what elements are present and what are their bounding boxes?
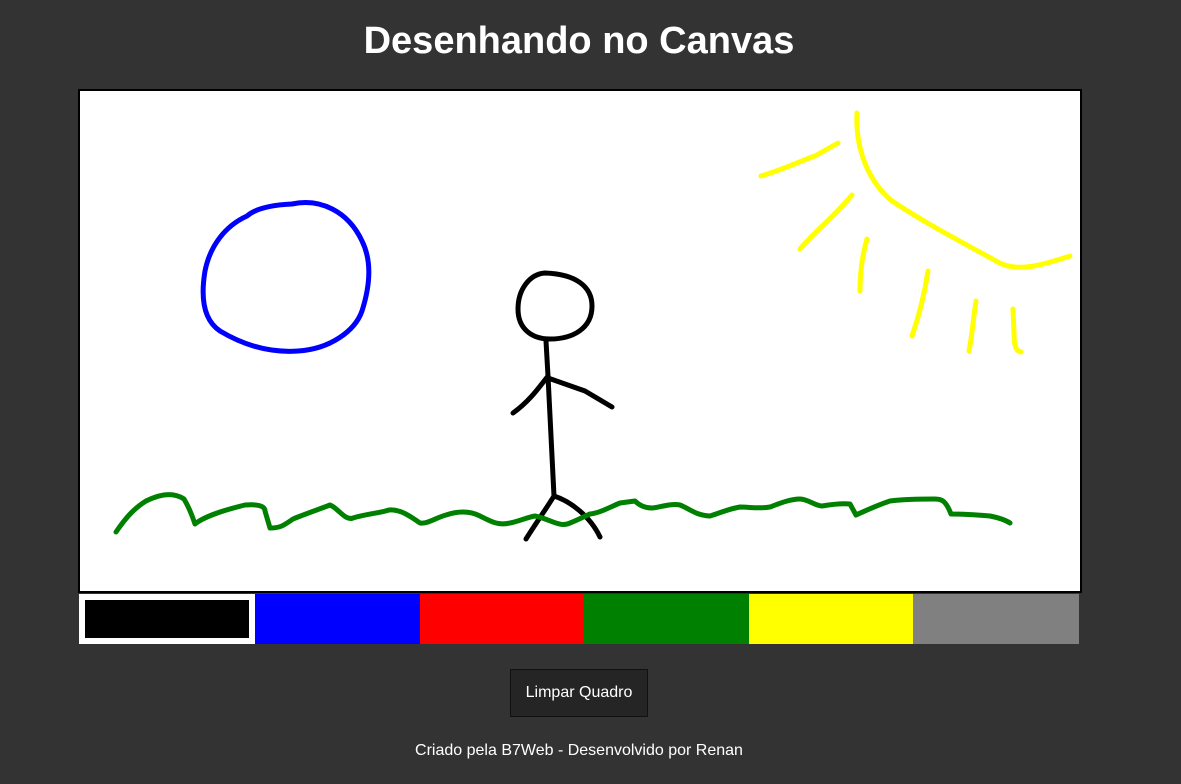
canvas-drawing (113, 110, 1073, 542)
drawing-canvas[interactable] (78, 89, 1082, 593)
color-swatch-red[interactable] (420, 594, 584, 644)
color-swatch-black[interactable] (79, 594, 255, 644)
clear-board-button[interactable]: Limpar Quadro (510, 669, 648, 717)
stick-figure (510, 270, 615, 542)
moon-stroke (200, 200, 372, 354)
color-palette (79, 594, 1079, 644)
color-swatch-green[interactable] (584, 594, 749, 644)
color-swatch-blue[interactable] (255, 594, 420, 644)
color-swatch-yellow[interactable] (749, 594, 913, 644)
footer-credits: Criado pela B7Web - Desenvolvido por Ren… (415, 742, 743, 759)
color-swatch-gray[interactable] (913, 594, 1079, 644)
sun (758, 110, 1073, 355)
page-title: Desenhando no Canvas (363, 20, 795, 62)
